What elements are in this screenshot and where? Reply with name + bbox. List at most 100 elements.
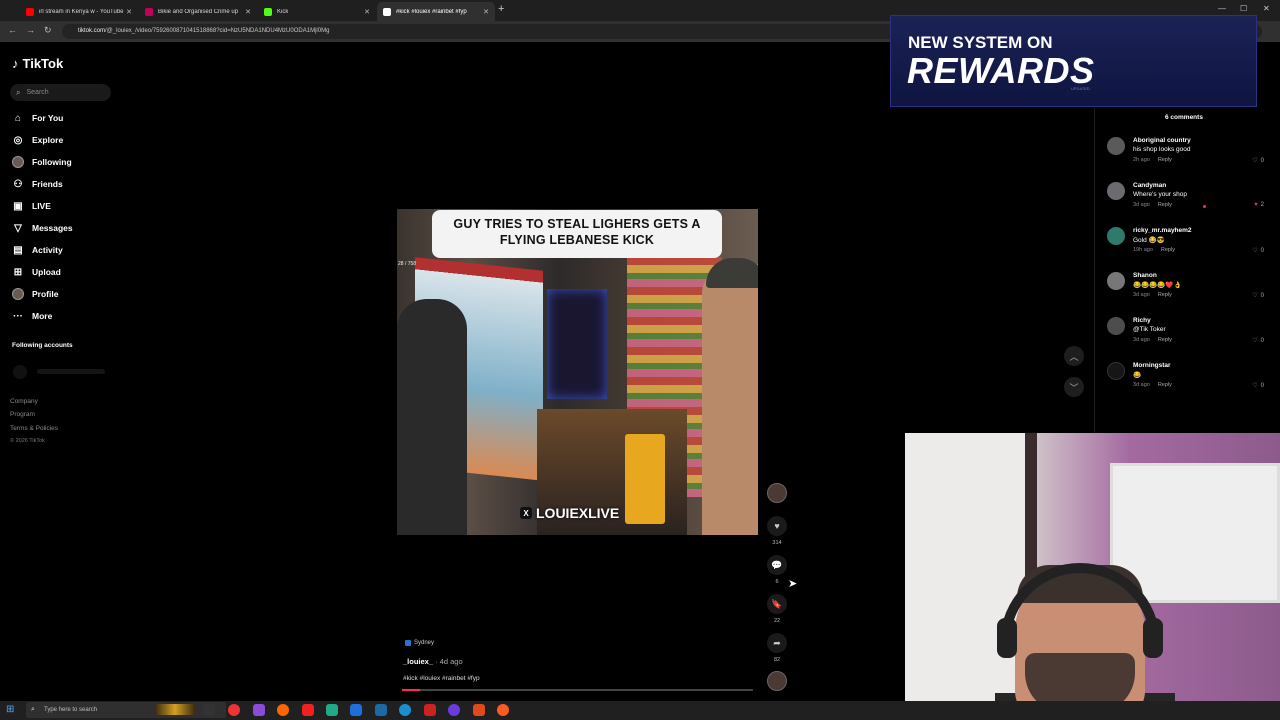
reply-button[interactable]: Reply bbox=[1158, 202, 1172, 208]
window-close-icon[interactable]: ✕ bbox=[1263, 4, 1270, 13]
comment-like-button[interactable]: ♡ 0 bbox=[1252, 337, 1264, 345]
comment-like-button[interactable]: ♡ 0 bbox=[1252, 157, 1264, 165]
reply-button[interactable]: Reply bbox=[1158, 292, 1172, 298]
video-player[interactable]: GUY TRIES TO STEAL LIGHERS GETS A FLYING… bbox=[397, 209, 758, 535]
nav-live[interactable]: ▣ LIVE bbox=[12, 199, 51, 213]
comment-text: his shop looks good bbox=[1133, 146, 1191, 153]
browser-tab-active[interactable]: #kick #louiex #rainbet #fyp ✕ bbox=[377, 2, 495, 21]
commenter-avatar[interactable] bbox=[1107, 182, 1125, 200]
footer-link-terms[interactable]: Terms & Policies bbox=[10, 425, 58, 432]
commenter-name[interactable]: Richy bbox=[1133, 317, 1151, 324]
author-line[interactable]: _louiex_ · 4d ago bbox=[403, 657, 463, 666]
discord-icon[interactable] bbox=[448, 704, 460, 716]
footer-link-company[interactable]: Company bbox=[10, 398, 38, 405]
nav-activity[interactable]: ▤ Activity bbox=[12, 243, 62, 257]
tab-close-icon[interactable]: ✕ bbox=[245, 8, 251, 16]
browser-tab[interactable]: Bikie and Organised Crime up ✕ bbox=[139, 2, 257, 21]
caption-line-1: GUY TRIES TO STEAL LIGHERS GETS A bbox=[453, 217, 701, 231]
creator-avatar[interactable] bbox=[767, 483, 787, 503]
reply-button[interactable]: Reply bbox=[1158, 337, 1172, 343]
reply-button[interactable]: Reply bbox=[1158, 382, 1172, 388]
previous-video-chevron-up-icon[interactable]: ︿ bbox=[1064, 346, 1084, 366]
forward-icon[interactable]: → bbox=[26, 25, 35, 35]
windows-start-icon[interactable]: ⊞ bbox=[6, 704, 14, 715]
browser-tab[interactable]: irl stream in Kenya w - YouTube ✕ bbox=[20, 2, 138, 21]
tab-close-icon[interactable]: ✕ bbox=[126, 8, 132, 16]
mail-icon[interactable] bbox=[424, 704, 436, 716]
app-icon[interactable] bbox=[326, 704, 338, 716]
footer-link-program[interactable]: Program bbox=[10, 411, 35, 418]
tab-close-icon[interactable]: ✕ bbox=[483, 8, 489, 16]
brave-icon[interactable] bbox=[473, 704, 485, 716]
reply-button[interactable]: Reply bbox=[1161, 247, 1175, 253]
next-video-chevron-down-icon[interactable]: ﹀ bbox=[1064, 377, 1084, 397]
maximize-icon[interactable]: ☐ bbox=[1240, 4, 1247, 13]
reply-button[interactable]: Reply bbox=[1158, 157, 1172, 163]
commenter-name[interactable]: ricky_mr.mayhem2 bbox=[1133, 227, 1192, 234]
share-button[interactable]: ➦ 82 bbox=[767, 633, 787, 663]
nav-for-you[interactable]: ⌂ For You bbox=[12, 111, 63, 125]
app-icon[interactable] bbox=[497, 704, 509, 716]
rewards-small-text: UPDATED bbox=[1071, 86, 1090, 91]
commenter-avatar[interactable] bbox=[1107, 227, 1125, 245]
steam-icon[interactable] bbox=[375, 704, 387, 716]
save-button[interactable]: 🔖 22 bbox=[767, 594, 787, 624]
commenter-avatar[interactable] bbox=[1107, 272, 1125, 290]
edge-icon[interactable] bbox=[399, 704, 411, 716]
commenter-avatar[interactable] bbox=[1107, 317, 1125, 335]
reload-icon[interactable]: ↻ bbox=[44, 25, 52, 36]
nav-explore[interactable]: ◎ Explore bbox=[12, 133, 64, 147]
rewards-banner: NEW SYSTEM ON REWARDS UPDATED bbox=[890, 15, 1257, 107]
heart-filled-icon: ♥ bbox=[1254, 202, 1258, 208]
location-tag[interactable]: Sydney bbox=[405, 640, 434, 646]
tiktok-note-icon: ♪ bbox=[12, 56, 19, 71]
users-icon: ⚇ bbox=[13, 178, 23, 190]
task-view-icon[interactable] bbox=[203, 704, 215, 716]
new-tab-icon[interactable]: + bbox=[498, 3, 504, 15]
comment-like-button[interactable]: ♥ 2 bbox=[1254, 202, 1264, 208]
comment-like-button[interactable]: ♡ 0 bbox=[1252, 292, 1264, 300]
comment-like-button[interactable]: ♡ 0 bbox=[1252, 382, 1264, 390]
app-icon[interactable] bbox=[253, 704, 265, 716]
obs-icon[interactable] bbox=[302, 704, 314, 716]
like-button[interactable]: ♥ 314 bbox=[767, 516, 787, 546]
commenter-name[interactable]: Candyman bbox=[1133, 182, 1166, 189]
back-icon[interactable]: ← bbox=[8, 25, 17, 35]
sound-avatar[interactable] bbox=[767, 671, 787, 691]
tiktok-logo[interactable]: ♪ TikTok bbox=[12, 56, 63, 71]
nav-more[interactable]: ··· More bbox=[12, 309, 52, 323]
commenter-avatar[interactable] bbox=[1107, 137, 1125, 155]
search-input[interactable]: ⌕ Search bbox=[10, 84, 111, 101]
tab-title: Kick bbox=[277, 8, 289, 15]
comment-meta: 3d ago Reply bbox=[1133, 202, 1172, 208]
video-progress-bar[interactable] bbox=[402, 689, 753, 691]
commenter-name[interactable]: Morningstar bbox=[1133, 362, 1171, 369]
taskbar-search-input[interactable]: ⌕ Type here to search bbox=[26, 702, 226, 718]
comments-divider bbox=[1094, 108, 1095, 433]
comment-text: 😂 bbox=[1133, 372, 1142, 379]
commenter-avatar[interactable] bbox=[1107, 362, 1125, 380]
commenter-name[interactable]: Aboriginal country bbox=[1133, 137, 1191, 144]
minimize-icon[interactable]: — bbox=[1218, 4, 1226, 13]
comment-text: Gold 😂😎 bbox=[1133, 237, 1165, 244]
browser-tab[interactable]: Kick ✕ bbox=[258, 2, 376, 21]
location-pin-icon bbox=[405, 640, 411, 646]
comment-button[interactable]: 💬 6 bbox=[767, 555, 787, 585]
nav-following[interactable]: Following bbox=[12, 155, 72, 169]
commenter-name[interactable]: Shanon bbox=[1133, 272, 1157, 279]
x-logo-icon: X bbox=[520, 507, 532, 519]
nav-upload[interactable]: ⊞ Upload bbox=[12, 265, 61, 279]
author-name[interactable]: _louiex_ bbox=[403, 657, 433, 666]
app-icon[interactable] bbox=[350, 704, 362, 716]
firefox-icon[interactable] bbox=[277, 704, 289, 716]
tab-close-icon[interactable]: ✕ bbox=[364, 8, 370, 16]
comment-like-button[interactable]: ♡ 0 bbox=[1252, 247, 1264, 255]
hashtags[interactable]: #kick #louiex #rainbet #fyp bbox=[403, 675, 480, 682]
chrome-icon[interactable] bbox=[228, 704, 240, 716]
nav-messages[interactable]: ▽ Messages bbox=[12, 221, 73, 235]
nav-friends[interactable]: ⚇ Friends bbox=[12, 177, 63, 191]
following-accounts-heading: Following accounts bbox=[12, 342, 73, 349]
comment-time: 19h ago bbox=[1133, 247, 1153, 253]
nav-profile[interactable]: Profile bbox=[12, 287, 58, 301]
heart-icon: ♥ bbox=[767, 516, 787, 536]
